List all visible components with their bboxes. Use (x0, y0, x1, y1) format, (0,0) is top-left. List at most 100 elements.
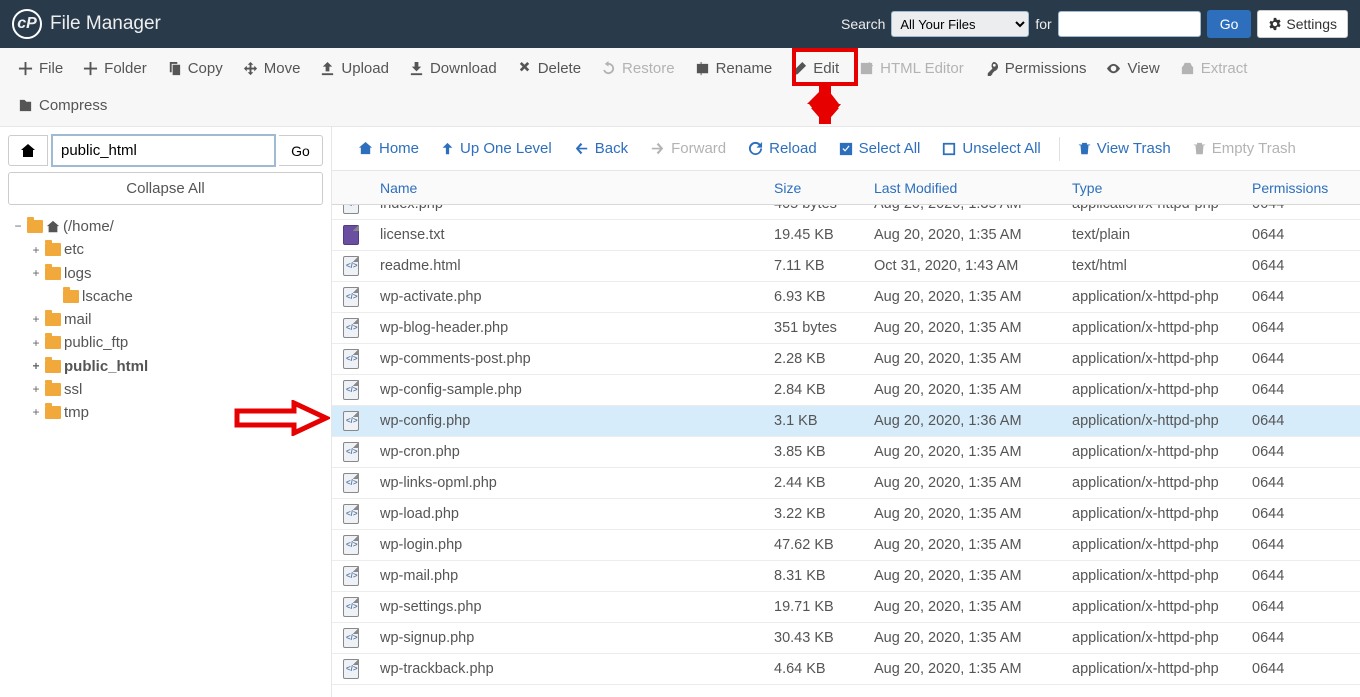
search-scope-select[interactable]: All Your Files (891, 11, 1029, 37)
empty-square-icon (942, 142, 956, 156)
tree-item-tmp[interactable]: +tmp (12, 401, 323, 424)
cell-size: 19.45 KB (764, 227, 864, 243)
table-row[interactable]: </>index.php405 bytesAug 20, 2020, 1:35 … (332, 205, 1360, 220)
table-row[interactable]: </>wp-links-opml.php2.44 KBAug 20, 2020,… (332, 468, 1360, 499)
cell-modified: Aug 20, 2020, 1:35 AM (864, 568, 1062, 584)
cell-name: wp-signup.php (370, 630, 764, 646)
tree-expand-icon[interactable]: + (30, 403, 42, 422)
cell-type: application/x-httpd-php (1062, 599, 1242, 615)
tree-expand-icon[interactable]: + (30, 310, 42, 329)
tree-expand-icon[interactable]: + (30, 334, 42, 353)
table-row[interactable]: </>wp-login.php47.62 KBAug 20, 2020, 1:3… (332, 530, 1360, 561)
up-one-level-button[interactable]: Up One Level (431, 134, 562, 163)
upload-button[interactable]: Upload (310, 54, 399, 83)
tree-item-mail[interactable]: +mail (12, 308, 323, 331)
cell-permissions: 0644 (1242, 630, 1332, 646)
cell-type: application/x-httpd-php (1062, 413, 1242, 429)
grid-body[interactable]: </> index.php405 bytes Aug 20, 2020, 1:35 … (332, 205, 1360, 697)
back-button[interactable]: Back (564, 134, 638, 163)
rename-icon (695, 61, 710, 76)
col-header-permissions[interactable]: Permissions (1242, 180, 1332, 196)
left-sidebar: Go Collapse All − (/home/ +etc+logslscac… (0, 127, 332, 697)
unselect-all-button[interactable]: Unselect All (932, 134, 1050, 163)
tree-expand-icon[interactable]: + (30, 380, 42, 399)
app-header: cP File Manager Search All Your Files fo… (0, 0, 1360, 48)
cell-modified: Aug 20, 2020, 1:35 AM (864, 382, 1062, 398)
table-row[interactable]: </>wp-cron.php3.85 KBAug 20, 2020, 1:35 … (332, 437, 1360, 468)
tree-item-public_html[interactable]: +public_html (12, 355, 323, 378)
cell-size: 351 bytes (764, 320, 864, 336)
tree-item-lscache[interactable]: lscache (12, 285, 323, 308)
table-row[interactable]: </>wp-mail.php8.31 KBAug 20, 2020, 1:35 … (332, 561, 1360, 592)
view-button[interactable]: View (1096, 54, 1169, 83)
delete-button[interactable]: Delete (507, 54, 591, 83)
cell-type: application/x-httpd-php (1062, 630, 1242, 646)
copy-button[interactable]: Copy (157, 54, 233, 83)
plus-icon (18, 61, 33, 76)
home-button[interactable]: Home (348, 134, 429, 163)
view-trash-button[interactable]: View Trash (1068, 134, 1181, 163)
collapse-all-button[interactable]: Collapse All (8, 172, 323, 205)
col-header-size[interactable]: Size (764, 180, 864, 196)
cell-permissions: 0644 (1242, 537, 1332, 553)
tree-expand-icon[interactable]: + (30, 264, 42, 283)
cell-size: 7.11 KB (764, 258, 864, 274)
search-go-button[interactable]: Go (1207, 10, 1252, 38)
col-header-type[interactable]: Type (1062, 180, 1242, 196)
table-row[interactable]: </>wp-load.php3.22 KBAug 20, 2020, 1:35 … (332, 499, 1360, 530)
cell-size: 405 bytes (764, 205, 864, 212)
new-folder-button[interactable]: Folder (73, 54, 157, 83)
tree-item-ssl[interactable]: +ssl (12, 378, 323, 401)
cell-name: wp-login.php (370, 537, 764, 553)
tree-item-label: public_ftp (64, 331, 128, 354)
cell-modified: Aug 20, 2020, 1:35 AM (864, 537, 1062, 553)
cpanel-icon: cP (12, 9, 42, 39)
select-all-button[interactable]: Select All (829, 134, 931, 163)
table-row[interactable]: license.txt19.45 KBAug 20, 2020, 1:35 AM… (332, 220, 1360, 251)
tree-item-etc[interactable]: +etc (12, 238, 323, 261)
table-row[interactable]: </>wp-config.php3.1 KBAug 20, 2020, 1:36… (332, 406, 1360, 437)
main-toolbar: File Folder Copy Move Upload Download De… (0, 48, 1360, 127)
edit-button[interactable]: Edit (782, 54, 849, 83)
compress-button[interactable]: Compress (8, 91, 117, 120)
table-row[interactable]: </>wp-trackback.php4.64 KBAug 20, 2020, … (332, 654, 1360, 685)
search-input[interactable] (1058, 11, 1201, 37)
cell-type: text/plain (1062, 227, 1242, 243)
php-file-icon: </> (343, 256, 359, 276)
download-icon (409, 61, 424, 76)
new-file-button[interactable]: File (8, 54, 73, 83)
path-input[interactable] (52, 135, 275, 166)
col-header-name[interactable]: Name (370, 180, 764, 196)
rename-button[interactable]: Rename (685, 54, 783, 83)
tree-item-logs[interactable]: +logs (12, 262, 323, 285)
download-button[interactable]: Download (399, 54, 507, 83)
settings-button[interactable]: Settings (1257, 10, 1348, 38)
cell-modified: Aug 20, 2020, 1:35 AM (864, 506, 1062, 522)
table-row[interactable]: </>wp-activate.php6.93 KBAug 20, 2020, 1… (332, 282, 1360, 313)
tree-root[interactable]: − (/home/ (12, 215, 323, 238)
cell-size: 3.22 KB (764, 506, 864, 522)
table-row[interactable]: </>wp-config-sample.php2.84 KBAug 20, 20… (332, 375, 1360, 406)
permissions-button[interactable]: Permissions (974, 54, 1097, 83)
table-row[interactable]: </>readme.html7.11 KBOct 31, 2020, 1:43 … (332, 251, 1360, 282)
tree-expand-icon[interactable]: + (30, 241, 42, 260)
col-header-modified[interactable]: Last Modified (864, 180, 1062, 196)
tree-collapse-icon[interactable]: − (12, 217, 24, 236)
home-icon (20, 143, 36, 159)
table-row[interactable]: </>wp-signup.php30.43 KBAug 20, 2020, 1:… (332, 623, 1360, 654)
php-file-icon: </> (343, 380, 359, 400)
move-button[interactable]: Move (233, 54, 311, 83)
path-go-button[interactable]: Go (279, 135, 323, 166)
cell-name: index.php (370, 205, 764, 212)
tree-item-public_ftp[interactable]: + public_ftp (12, 331, 323, 354)
path-home-button[interactable] (8, 135, 48, 166)
table-row[interactable]: </>wp-blog-header.php351 bytesAug 20, 20… (332, 313, 1360, 344)
tree-expand-icon[interactable]: + (30, 357, 42, 376)
table-row[interactable]: </>wp-settings.php19.71 KBAug 20, 2020, … (332, 592, 1360, 623)
reload-button[interactable]: Reload (738, 134, 827, 163)
for-label: for (1035, 16, 1051, 32)
cell-name: wp-mail.php (370, 568, 764, 584)
cell-permissions: 0644 (1242, 444, 1332, 460)
table-row[interactable]: </>wp-comments-post.php2.28 KBAug 20, 20… (332, 344, 1360, 375)
cell-modified: Oct 31, 2020, 1:43 AM (864, 258, 1062, 274)
